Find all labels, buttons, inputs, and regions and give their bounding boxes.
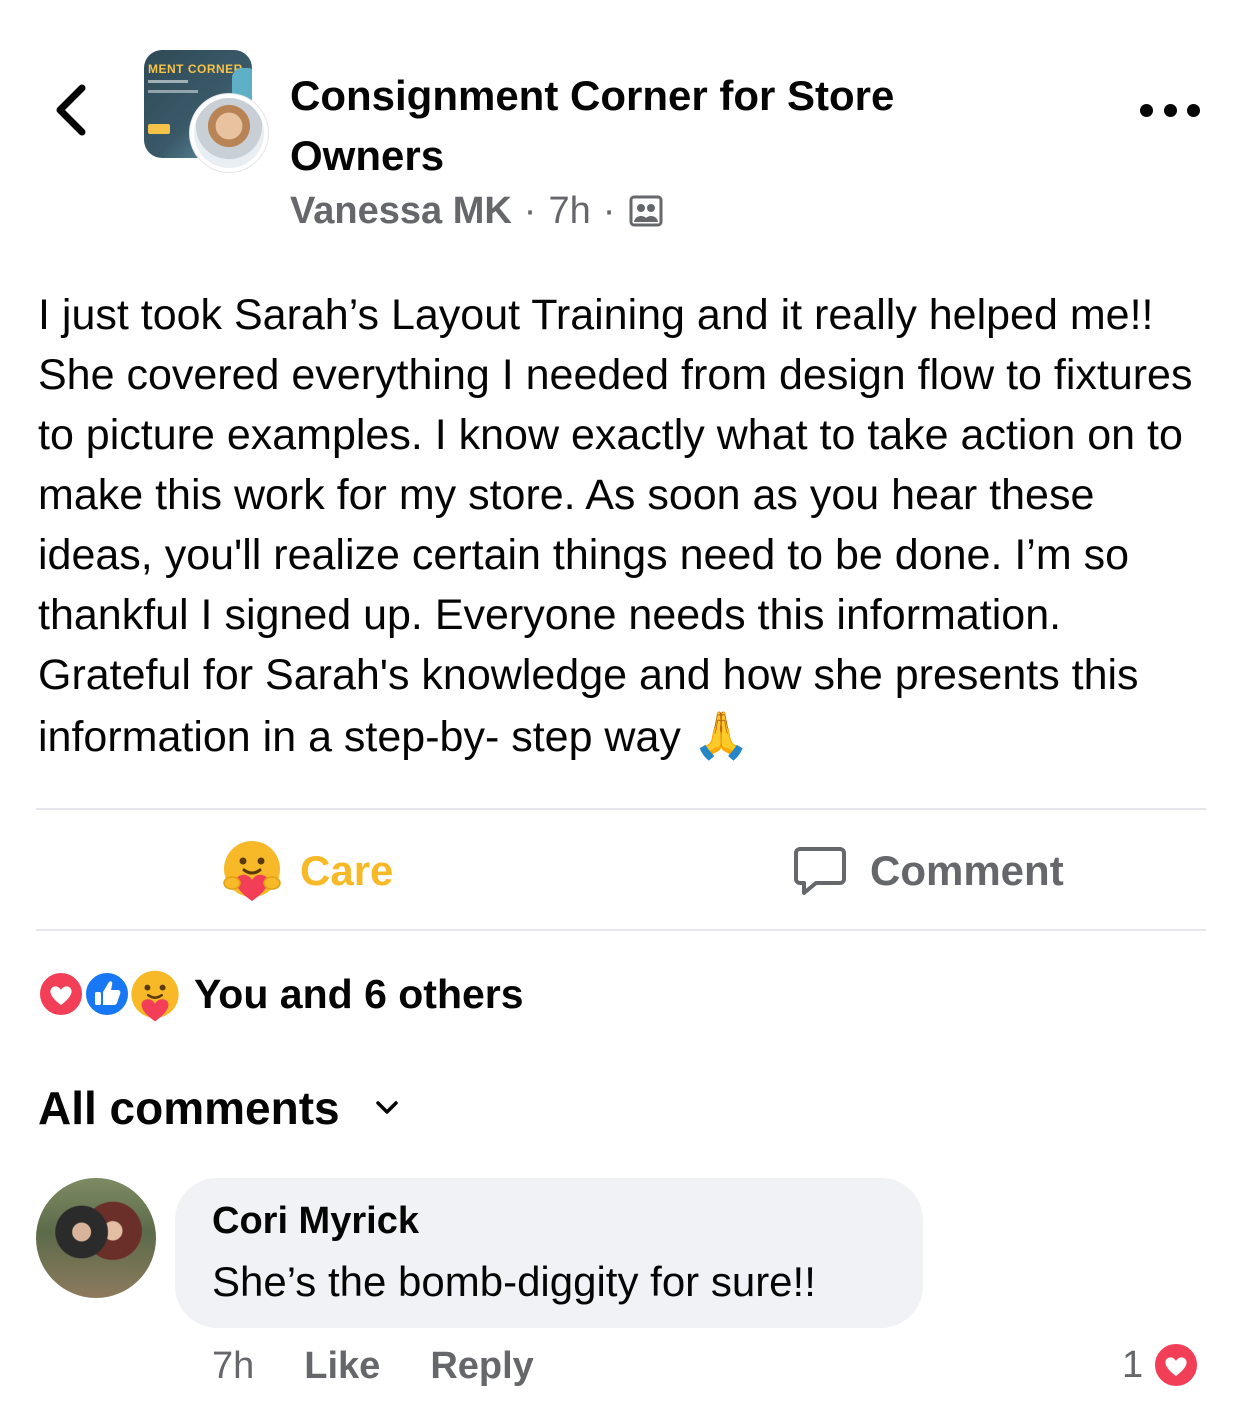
group-avatar-button-graphic [148, 124, 170, 134]
comment-reply-button[interactable]: Reply [430, 1345, 533, 1388]
group-avatar-text-line [148, 80, 188, 83]
more-dot [1187, 103, 1200, 117]
author-avatar-photo [194, 98, 264, 168]
chevron-down-icon [375, 1101, 398, 1114]
comment-text: She’s the bomb-diggity for sure!! [212, 1258, 816, 1305]
praying-hands-emoji: 🙏 [692, 709, 751, 761]
reactions-summary[interactable]: You and 6 others [36, 966, 524, 1022]
back-button[interactable] [44, 78, 104, 138]
post-time[interactable]: 7h [548, 190, 590, 233]
comment-reaction-count: 1 [1122, 1343, 1144, 1386]
meta-separator: · [602, 189, 616, 232]
care-label: Care [300, 847, 394, 894]
love-icon [1151, 1340, 1202, 1390]
love-icon [36, 969, 86, 1019]
chevron-left-icon [56, 84, 86, 136]
comment-time[interactable]: 7h [212, 1345, 254, 1388]
comment-label: Comment [870, 847, 1064, 894]
more-dot [1163, 103, 1177, 117]
post-body: I just took Sarah’s Layout Training and … [38, 285, 1218, 767]
comment-icon [794, 847, 846, 895]
comment-reactions[interactable]: 1 [1122, 1338, 1202, 1392]
comment-like-button[interactable]: Like [304, 1345, 380, 1388]
comment-meta: 7h Like Reply [212, 1342, 534, 1390]
group-name[interactable]: Consignment Corner for Store Owners [290, 66, 1030, 186]
more-dot [1140, 103, 1153, 117]
author-name[interactable]: Vanessa MK [290, 190, 512, 233]
like-icon [82, 969, 132, 1019]
comment-filter-dropdown[interactable]: All comments [38, 1078, 400, 1138]
commenter-avatar[interactable] [36, 1178, 156, 1298]
comment-filter-label: All comments [38, 1082, 340, 1134]
divider [36, 929, 1206, 931]
more-options-button[interactable] [1140, 92, 1200, 128]
care-icon [223, 841, 281, 901]
post-meta: Vanessa MK · 7h · [290, 188, 663, 234]
care-reaction-button[interactable]: Care [220, 838, 393, 904]
comment-button[interactable]: Comment [792, 838, 1064, 904]
meta-separator: · [523, 189, 537, 232]
reactions-summary-text: You and 6 others [194, 970, 524, 1017]
divider [36, 808, 1206, 810]
care-icon [131, 970, 179, 1022]
reaction-icons [36, 966, 184, 1022]
members-icon [629, 195, 663, 227]
comment-author[interactable]: Cori Myrick [212, 1200, 419, 1243]
author-avatar[interactable] [190, 94, 268, 172]
post-text: I just took Sarah’s Layout Training and … [38, 291, 1193, 761]
group-avatar-brand: MENT CORNER [148, 62, 243, 76]
group-avatar-text-line [148, 90, 198, 93]
